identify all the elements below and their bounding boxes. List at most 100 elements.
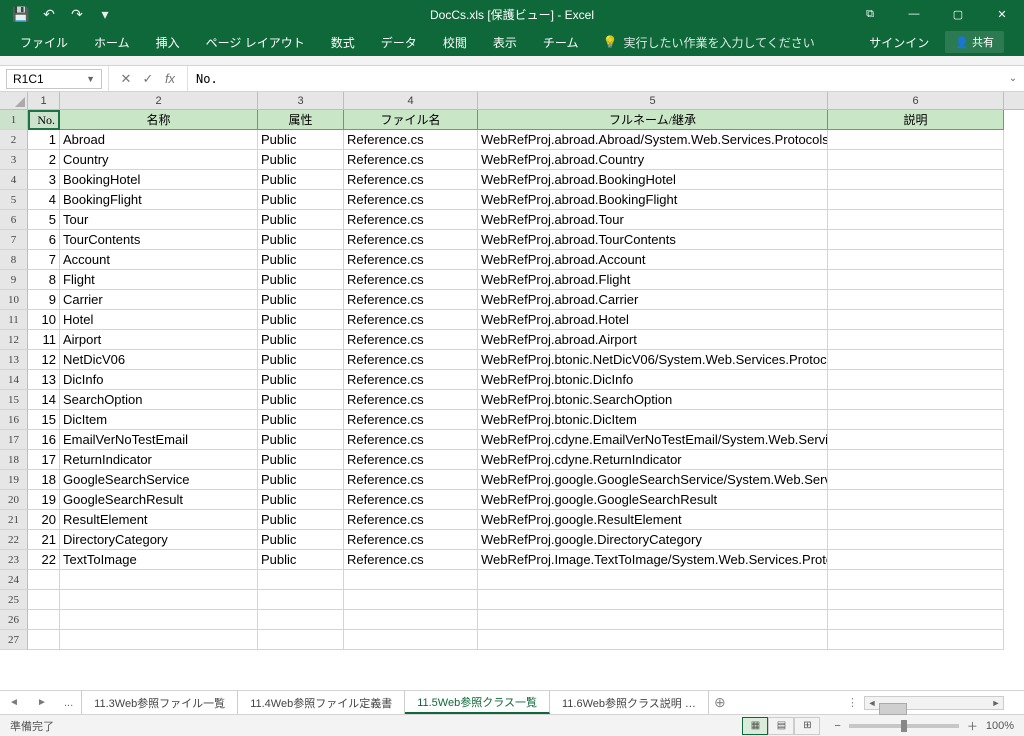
cell[interactable] (344, 610, 478, 630)
share-button[interactable]: 👤 共有 (945, 31, 1004, 53)
row-header[interactable]: 23 (0, 550, 28, 570)
cell[interactable] (258, 590, 344, 610)
cell[interactable]: ResultElement (60, 510, 258, 530)
row-header[interactable]: 7 (0, 230, 28, 250)
tab-review[interactable]: 校閲 (431, 28, 479, 57)
cell[interactable] (60, 610, 258, 630)
cell[interactable]: WebRefProj.google.GoogleSearchService/Sy… (478, 470, 828, 490)
cell[interactable] (28, 590, 60, 610)
row-header[interactable]: 19 (0, 470, 28, 490)
row-header[interactable]: 9 (0, 270, 28, 290)
cell[interactable]: Flight (60, 270, 258, 290)
cell[interactable]: Hotel (60, 310, 258, 330)
zoom-value[interactable]: 100% (986, 720, 1014, 732)
row-header[interactable]: 8 (0, 250, 28, 270)
cell[interactable]: Public (258, 210, 344, 230)
normal-view-icon[interactable]: ▦ (742, 717, 768, 735)
cell[interactable] (28, 630, 60, 650)
cell[interactable]: DirectoryCategory (60, 530, 258, 550)
close-icon[interactable]: ✕ (980, 0, 1024, 28)
header-cell[interactable]: No. (28, 110, 60, 130)
tab-file[interactable]: ファイル (8, 28, 80, 57)
cell[interactable] (828, 190, 1004, 210)
cell[interactable]: WebRefProj.abroad.Account (478, 250, 828, 270)
cell[interactable]: 3 (28, 170, 60, 190)
cell[interactable]: Public (258, 230, 344, 250)
header-cell[interactable]: フルネーム/継承 (478, 110, 828, 130)
cell[interactable]: Public (258, 170, 344, 190)
cell[interactable]: 9 (28, 290, 60, 310)
cell[interactable]: WebRefProj.abroad.Tour (478, 210, 828, 230)
cell[interactable]: WebRefProj.abroad.Abroad/System.Web.Serv… (478, 130, 828, 150)
cell[interactable]: Reference.cs (344, 530, 478, 550)
row-header[interactable]: 17 (0, 430, 28, 450)
cell[interactable] (828, 530, 1004, 550)
add-sheet-icon[interactable]: ⊕ (709, 694, 731, 711)
cell[interactable]: Reference.cs (344, 390, 478, 410)
minimize-icon[interactable]: — (892, 0, 936, 28)
row-header[interactable]: 20 (0, 490, 28, 510)
col-header[interactable]: 5 (478, 92, 828, 109)
cell[interactable]: DicItem (60, 410, 258, 430)
cell[interactable]: WebRefProj.abroad.Country (478, 150, 828, 170)
cell[interactable]: Reference.cs (344, 250, 478, 270)
cell[interactable] (258, 630, 344, 650)
formula-input[interactable] (188, 69, 1002, 89)
expand-formula-icon[interactable]: ⌄ (1002, 73, 1024, 84)
signin-link[interactable]: サインイン (869, 34, 929, 51)
cell[interactable] (344, 570, 478, 590)
cell[interactable]: WebRefProj.google.ResultElement (478, 510, 828, 530)
cell[interactable]: WebRefProj.abroad.Carrier (478, 290, 828, 310)
cell[interactable]: 12 (28, 350, 60, 370)
cell[interactable]: Reference.cs (344, 450, 478, 470)
tab-view[interactable]: 表示 (481, 28, 529, 57)
cell[interactable]: 6 (28, 230, 60, 250)
cell[interactable]: 17 (28, 450, 60, 470)
cell[interactable]: WebRefProj.btonic.DicInfo (478, 370, 828, 390)
sheet-prev-icon[interactable]: ◄ (9, 697, 19, 708)
cell[interactable]: Public (258, 330, 344, 350)
scroll-thumb[interactable] (879, 703, 907, 715)
cell[interactable] (828, 410, 1004, 430)
cell[interactable] (828, 510, 1004, 530)
row-header[interactable]: 2 (0, 130, 28, 150)
cell[interactable] (828, 350, 1004, 370)
enter-icon[interactable]: ✓ (137, 71, 159, 87)
cell[interactable] (344, 630, 478, 650)
cell[interactable]: NetDicV06 (60, 350, 258, 370)
cell[interactable]: Public (258, 410, 344, 430)
cell[interactable]: 5 (28, 210, 60, 230)
cell[interactable]: Reference.cs (344, 490, 478, 510)
cell[interactable]: WebRefProj.cdyne.EmailVerNoTestEmail/Sys… (478, 430, 828, 450)
cell[interactable]: Public (258, 370, 344, 390)
cell[interactable] (828, 170, 1004, 190)
tab-page-layout[interactable]: ページ レイアウト (194, 28, 317, 57)
cell[interactable]: Reference.cs (344, 210, 478, 230)
select-all[interactable] (0, 92, 28, 109)
header-cell[interactable]: 属性 (258, 110, 344, 130)
cell[interactable]: EmailVerNoTestEmail (60, 430, 258, 450)
cell[interactable]: Reference.cs (344, 230, 478, 250)
zoom-in-icon[interactable]: ＋ (967, 718, 978, 734)
row-header[interactable]: 18 (0, 450, 28, 470)
cell[interactable]: Reference.cs (344, 130, 478, 150)
cancel-icon[interactable]: ✕ (115, 71, 137, 87)
cell[interactable] (828, 570, 1004, 590)
sheet-tab[interactable]: 11.4Web参照ファイル定義書 (238, 691, 405, 714)
horizontal-scrollbar[interactable]: ◄ ► (864, 696, 1004, 710)
cell[interactable] (344, 590, 478, 610)
cell[interactable] (258, 610, 344, 630)
cell[interactable]: Reference.cs (344, 270, 478, 290)
cell[interactable]: 22 (28, 550, 60, 570)
cell[interactable]: WebRefProj.btonic.SearchOption (478, 390, 828, 410)
cell[interactable]: WebRefProj.abroad.Hotel (478, 310, 828, 330)
cell[interactable]: Public (258, 250, 344, 270)
fx-icon[interactable]: fx (159, 71, 181, 86)
page-break-icon[interactable]: ⊞ (794, 717, 820, 735)
tab-insert[interactable]: 挿入 (144, 28, 192, 57)
cell[interactable]: Public (258, 150, 344, 170)
cell[interactable] (28, 570, 60, 590)
cell[interactable]: TourContents (60, 230, 258, 250)
cell[interactable]: Public (258, 530, 344, 550)
cell[interactable] (28, 610, 60, 630)
